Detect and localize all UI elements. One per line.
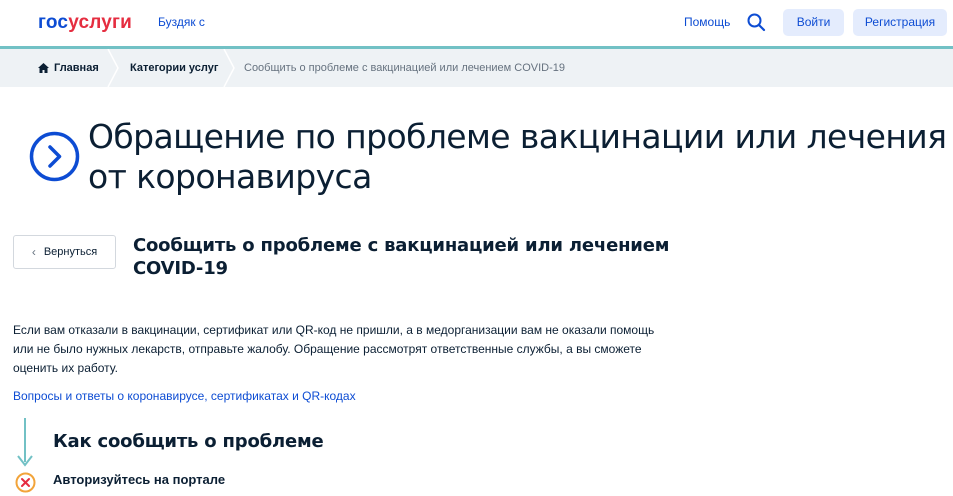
chevron-left-icon: ‹ bbox=[31, 245, 36, 259]
city-selector[interactable]: Буздяк с bbox=[158, 15, 205, 29]
page-title: Обращение по проблеме вакцинации или леч… bbox=[88, 117, 947, 196]
chevron-circle-right-icon bbox=[29, 131, 80, 182]
arrow-down-icon bbox=[17, 455, 33, 467]
breadcrumb-home-label: Главная bbox=[54, 62, 99, 74]
breadcrumb-home[interactable]: Главная bbox=[38, 49, 99, 87]
logo-part-1: гос bbox=[38, 12, 69, 33]
back-button[interactable]: ‹ Вернуться bbox=[13, 235, 116, 269]
service-subtitle: Сообщить о проблеме с вакцинацией или ле… bbox=[133, 235, 670, 279]
breadcrumb-separator-icon bbox=[107, 49, 119, 87]
gosuslugi-logo[interactable]: госуслуги bbox=[38, 12, 132, 34]
search-icon[interactable] bbox=[746, 12, 766, 32]
back-button-label: Вернуться bbox=[43, 246, 98, 258]
breadcrumb-current: Сообщить о проблеме с вакцинацией или ле… bbox=[244, 62, 566, 74]
help-link[interactable]: Помощь bbox=[684, 15, 730, 29]
how-to-report-heading: Как сообщить о проблеме bbox=[53, 431, 324, 452]
home-icon bbox=[38, 63, 49, 73]
register-button[interactable]: Регистрация bbox=[853, 9, 947, 36]
service-description: Если вам отказали в вакцинации, сертифик… bbox=[13, 323, 655, 375]
breadcrumb: Главная Категории услуг Сообщить о пробл… bbox=[0, 49, 953, 87]
logo-part-2: услуги bbox=[68, 12, 133, 33]
step-authorize: Авторизуйтесь на портале bbox=[53, 472, 226, 487]
breadcrumb-separator-icon bbox=[223, 49, 235, 87]
login-button[interactable]: Войти bbox=[783, 9, 844, 36]
close-circle-icon bbox=[15, 472, 36, 493]
header: госуслуги Буздяк с Помощь Войти Регистра… bbox=[0, 0, 953, 47]
faq-link[interactable]: Вопросы и ответы о коронавирусе, сертифи… bbox=[13, 389, 356, 403]
breadcrumb-categories[interactable]: Категории услуг bbox=[130, 49, 218, 87]
